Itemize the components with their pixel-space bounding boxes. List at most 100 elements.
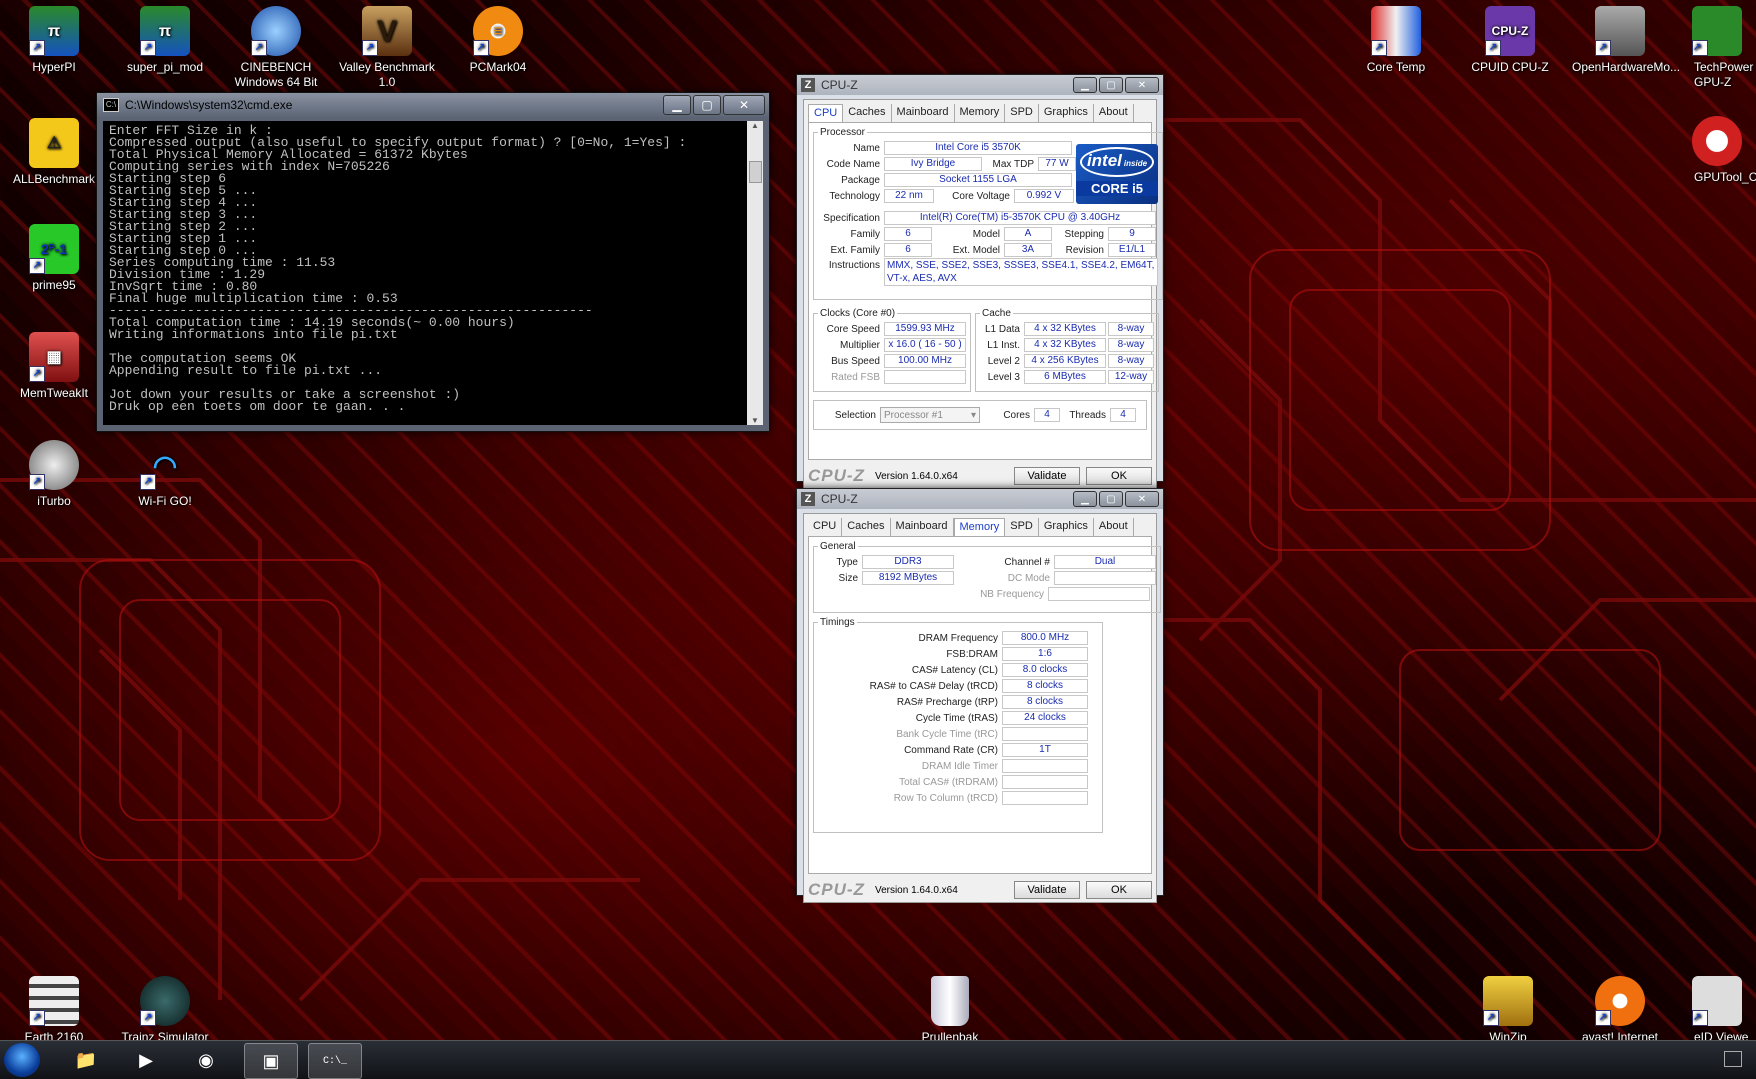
cmd-scrollbar[interactable]: ▲ ▼	[747, 121, 763, 425]
cinebench-icon: ↗	[251, 6, 301, 56]
maximize-button[interactable]: ▢	[1099, 491, 1123, 507]
close-button[interactable]: ✕	[1125, 77, 1159, 93]
close-button[interactable]: ✕	[1125, 491, 1159, 507]
desktop-icon-openhardwaremonitor[interactable]: ↗ OpenHardwareMo...	[1572, 6, 1680, 75]
cpuz-window-cpu[interactable]: Z CPU-Z ▁ ▢ ✕ CPU Caches Mainboard Memor…	[796, 74, 1164, 489]
bus-speed-label: Bus Speed	[831, 355, 880, 367]
model-value: A	[1004, 227, 1052, 241]
desktop-icon-iturbo[interactable]: ↗ iTurbo	[6, 440, 102, 509]
desktop-icon-techpower[interactable]: ↗ TechPower GPU-Z	[1684, 6, 1756, 90]
tab-spd[interactable]: SPD	[1005, 518, 1039, 536]
cmd-titlebar[interactable]: C:\ C:\Windows\system32\cmd.exe ▁ ▢ ✕	[97, 93, 769, 117]
ok-button[interactable]: OK	[1086, 881, 1152, 899]
desktop-icon-memtweakit[interactable]: ▦ ↗ MemTweakIt	[6, 332, 102, 401]
desktop-icon-earth2160[interactable]: ↗ Earth 2160	[6, 976, 102, 1045]
tab-graphics[interactable]: Graphics	[1039, 518, 1094, 536]
show-desktop-icon[interactable]	[1724, 1051, 1742, 1067]
desktop-icon-core-temp[interactable]: ↗ Core Temp	[1348, 6, 1444, 75]
nb-frequency-value	[1048, 587, 1150, 601]
desktop-icon-superpi[interactable]: π ↗ super_pi_mod	[117, 6, 213, 75]
desktop-icon-eid-viewer[interactable]: ↗ eID Viewe	[1684, 976, 1756, 1045]
desktop-icon-prime95[interactable]: 2ᴾ-1 ↗ prime95	[6, 224, 102, 293]
desktop-icon-valley[interactable]: V ↗ Valley Benchmark 1.0	[339, 6, 435, 90]
tab-cpu[interactable]: CPU	[808, 518, 843, 536]
cmd-title: C:\Windows\system32\cmd.exe	[125, 98, 293, 112]
ext-family-label: Ext. Family	[830, 244, 880, 256]
scroll-thumb[interactable]	[749, 161, 762, 183]
validate-button[interactable]: Validate	[1014, 881, 1080, 899]
desktop-icon-winzip[interactable]: ↗ WinZip	[1460, 976, 1556, 1045]
desktop-icon-hyperpi[interactable]: π ↗ HyperPI	[6, 6, 102, 75]
maxtdp-value: 77 W	[1038, 157, 1076, 171]
desktop-icon-label: TechPower	[1694, 60, 1754, 74]
maximize-button[interactable]: ▢	[693, 95, 721, 115]
cmd-taskbar-icon[interactable]: C:\_	[308, 1043, 362, 1079]
l1-data-label: L1 Data	[984, 323, 1020, 335]
scroll-down-icon[interactable]: ▼	[747, 416, 763, 425]
start-button[interactable]	[4, 1043, 40, 1077]
command-rate-value: 1T	[1002, 743, 1088, 757]
command-rate-label: Command Rate (CR)	[904, 744, 998, 756]
minimize-button[interactable]: ▁	[1073, 491, 1097, 507]
tab-graphics[interactable]: Graphics	[1039, 104, 1094, 122]
minimize-button[interactable]: ▁	[663, 95, 691, 115]
desktop-icon-label: PCMark04	[469, 60, 527, 74]
name-label: Name	[853, 142, 880, 154]
maximize-button[interactable]: ▢	[1099, 77, 1123, 93]
desktop-icon-gputool[interactable]: GPUTool_C	[1684, 116, 1756, 185]
close-button[interactable]: ✕	[723, 95, 765, 115]
codename-label: Code Name	[826, 158, 880, 170]
desktop-icon-cpuid-cpuz[interactable]: CPU-Z ↗ CPUID CPU-Z	[1462, 6, 1558, 75]
cmd-icon: C:\	[103, 98, 119, 112]
validate-button[interactable]: Validate	[1014, 467, 1080, 485]
timings-legend: Timings	[820, 617, 855, 628]
tab-about[interactable]: About	[1094, 518, 1134, 536]
dram-idle-value	[1002, 759, 1088, 773]
tab-mainboard[interactable]: Mainboard	[892, 104, 955, 122]
desktop-icon-prullenbak[interactable]: Prullenbak	[902, 976, 998, 1045]
minimize-button[interactable]: ▁	[1073, 77, 1097, 93]
scroll-up-icon[interactable]: ▲	[747, 121, 763, 130]
desktop-icon-allbenchmark[interactable]: ⚠ ALLBenchmark	[6, 118, 102, 187]
desktop-icon-pcmark[interactable]: ≡ ↗ PCMark04	[450, 6, 546, 75]
core-temp-icon: ↗	[1371, 6, 1421, 56]
dc-mode-label: DC Mode	[1007, 572, 1050, 584]
cpuz-window-memory[interactable]: Z CPU-Z ▁ ▢ ✕ CPU Caches Mainboard Memor…	[796, 488, 1164, 903]
level3-label: Level 3	[987, 371, 1020, 383]
tab-caches[interactable]: Caches	[842, 518, 891, 536]
tab-memory[interactable]: Memory	[953, 518, 1006, 536]
tab-spd[interactable]: SPD	[1005, 104, 1039, 122]
l1-inst-value: 4 x 32 KBytes	[1024, 338, 1106, 352]
cache-group: Cache L1 Data 4 x 32 KBytes 8-way L1 Inst.…	[975, 308, 1159, 392]
cache-legend: Cache	[982, 308, 1011, 319]
multiplier-label: Multiplier	[839, 339, 880, 351]
spec-value: Intel(R) Core(TM) i5-3570K CPU @ 3.40GHz	[884, 211, 1156, 225]
desktop-icon-label: CINEBENCH	[240, 60, 312, 74]
cmd-output[interactable]: Enter FFT Size in k : Compressed output …	[103, 121, 747, 425]
desktop-icon-cinebench[interactable]: ↗ CINEBENCH Windows 64 Bit	[228, 6, 324, 90]
desktop-icon-avast[interactable]: ↗ avast! Internet	[1572, 976, 1668, 1045]
cpuz-titlebar[interactable]: Z CPU-Z ▁ ▢ ✕	[797, 489, 1163, 509]
cmd-taskbar-label: C:\_	[322, 1055, 347, 1067]
explorer-taskbar-icon[interactable]: 📁	[60, 1043, 112, 1077]
cmd-window[interactable]: C:\ C:\Windows\system32\cmd.exe ▁ ▢ ✕ En…	[96, 92, 770, 432]
memtweakit-icon: ▦ ↗	[29, 332, 79, 382]
desktop-icon-label: MemTweakIt	[19, 386, 88, 400]
channel-value: Dual	[1054, 555, 1156, 569]
processor-select[interactable]: Processor #1 ▾	[880, 407, 980, 423]
tab-about[interactable]: About	[1094, 104, 1134, 122]
cpuid-icon: CPU-Z ↗	[1485, 6, 1535, 56]
cpuz-titlebar[interactable]: Z CPU-Z ▁ ▢ ✕	[797, 75, 1163, 95]
tab-memory[interactable]: Memory	[955, 104, 1006, 122]
chrome-taskbar-icon[interactable]: ◉	[180, 1043, 232, 1077]
cpuz-app-icon: Z	[801, 78, 815, 92]
desktop-icon-label: HyperPI	[32, 60, 76, 74]
superpi-icon: π ↗	[140, 6, 190, 56]
cpuz-taskbar-icon[interactable]: ▣	[244, 1043, 298, 1079]
desktop-icon-wifi-go[interactable]: ◠ ↗ Wi-Fi GO!	[117, 440, 213, 509]
tab-mainboard[interactable]: Mainboard	[891, 518, 954, 536]
media-player-taskbar-icon[interactable]: ▶	[120, 1043, 172, 1077]
ok-button[interactable]: OK	[1086, 467, 1152, 485]
tab-cpu[interactable]: CPU	[808, 104, 844, 122]
tab-caches[interactable]: Caches	[843, 104, 892, 122]
